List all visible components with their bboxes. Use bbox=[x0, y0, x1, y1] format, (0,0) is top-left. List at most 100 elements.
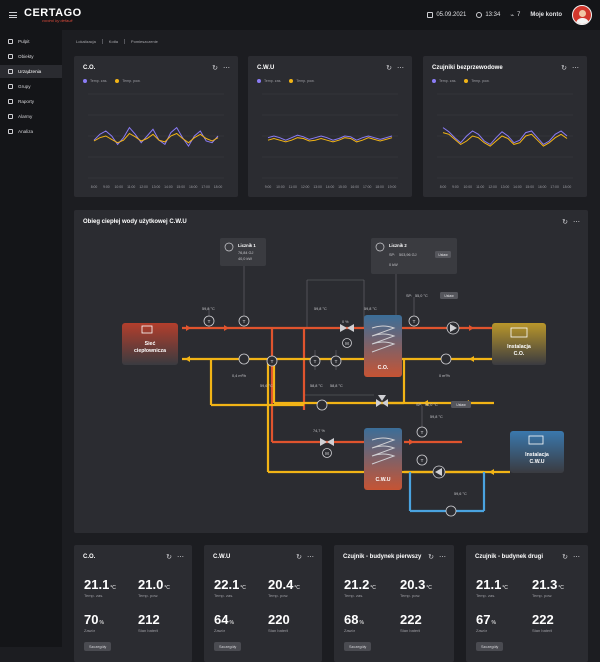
refresh-icon[interactable]: ↻ bbox=[296, 553, 302, 561]
series-line bbox=[442, 132, 568, 147]
breadcrumb-item[interactable]: Pomieszczenie bbox=[125, 39, 164, 44]
stat-card-building-2: Czujnik - budynek drugi ↻ ⋯ 21.1°C Temp. … bbox=[466, 545, 588, 662]
return-temp-value: 21.3°C bbox=[532, 577, 564, 592]
sidebar-item-pulpit[interactable]: Pulpit bbox=[0, 35, 62, 48]
alarm-count: 7 bbox=[516, 12, 521, 18]
meter-1-box[interactable]: Licznik 1 76,84 GJ 40,0 kW bbox=[220, 238, 266, 266]
cold-water-pipe bbox=[408, 472, 486, 513]
x-tick-label: 15:00 bbox=[526, 185, 535, 189]
supply-temp-caption: Temp. zas. bbox=[214, 593, 234, 598]
return-temp-value: 20.4°C bbox=[268, 577, 300, 592]
setpoint-2-value: 55,0 °C bbox=[425, 403, 438, 407]
analysis-icon bbox=[8, 129, 13, 134]
x-tick-label: 14:00 bbox=[164, 185, 173, 189]
meter-2-set-label: Ustaw bbox=[438, 253, 448, 257]
svg-text:T: T bbox=[271, 359, 274, 364]
sidebar-item-label: Obiekty bbox=[18, 54, 34, 59]
report-icon bbox=[8, 99, 13, 104]
installation-co-line1: Instalacja bbox=[507, 344, 531, 350]
pump-icon[interactable] bbox=[432, 465, 446, 479]
battery-value: 212 bbox=[138, 612, 160, 627]
x-tick-label: 11:00 bbox=[289, 185, 297, 189]
x-tick-label: 14:00 bbox=[326, 185, 335, 189]
refresh-icon[interactable]: ↻ bbox=[428, 553, 434, 561]
chart-card-wireless: Czujniki bezprzewodowe ↻ ⋯ Temp. zas. Tem… bbox=[423, 56, 587, 197]
temp-label: 59,8 °C bbox=[364, 307, 377, 311]
temp-label: 59,6 °C bbox=[260, 384, 273, 388]
building-icon bbox=[8, 54, 13, 59]
stat-card-title: C.W.U bbox=[213, 554, 231, 560]
x-tick-label: 19:00 bbox=[388, 185, 397, 189]
x-tick-label: 17:00 bbox=[201, 185, 210, 189]
sidebar-item-grupy[interactable]: Grupy bbox=[0, 80, 62, 93]
x-tick-label: 16:00 bbox=[538, 185, 547, 189]
avatar[interactable] bbox=[572, 5, 592, 25]
refresh-icon[interactable]: ↻ bbox=[562, 553, 568, 561]
valve-percent-label: 0 % bbox=[342, 320, 349, 324]
x-tick-label: 9:00 bbox=[265, 185, 272, 189]
tank-cwu[interactable]: C.W.U bbox=[364, 428, 402, 490]
temp-label: 58,8 °C bbox=[310, 384, 323, 388]
account-label: Moje konto bbox=[530, 12, 562, 18]
supply-temp-caption: Temp. zas. bbox=[344, 593, 364, 598]
account-link[interactable]: Moje konto bbox=[530, 12, 562, 18]
meter-1-energy: 76,84 GJ bbox=[238, 251, 254, 255]
clock-icon bbox=[476, 12, 483, 18]
battery-value: 222 bbox=[532, 612, 554, 627]
installation-co-block[interactable]: Instalacja C.O. bbox=[492, 323, 546, 365]
stat-card-title: C.O. bbox=[83, 554, 96, 560]
more-icon[interactable]: ⋯ bbox=[177, 553, 184, 561]
tank-co-label: C.O. bbox=[378, 365, 389, 371]
x-tick-label: 11:00 bbox=[476, 185, 484, 189]
sidebar-item-urzadzenia[interactable]: Urządzenia bbox=[0, 65, 62, 78]
svg-text:M: M bbox=[345, 341, 349, 346]
valve-caption: Zawór bbox=[84, 628, 96, 633]
supply-temp-value: 22.1°C bbox=[214, 577, 246, 592]
sidebar-item-alarmy[interactable]: Alarmy bbox=[0, 110, 62, 123]
sidebar-item-analiza[interactable]: Analiza bbox=[0, 125, 62, 138]
stat-card-title: Czujnik - budynek pierwszy bbox=[343, 554, 422, 560]
date-text: 05.09.2021 bbox=[436, 12, 467, 18]
battery-caption: Stan baterii bbox=[532, 628, 553, 633]
x-tick-label: 9:00 bbox=[452, 185, 459, 189]
x-tick-label: 17:00 bbox=[550, 185, 559, 189]
sidebar-item-raporty[interactable]: Raporty bbox=[0, 95, 62, 108]
heating-network-block[interactable]: Sieć ciepłownicza bbox=[122, 323, 178, 365]
flow-label: 0,4 m³/h bbox=[232, 374, 246, 378]
breadcrumb-item[interactable]: Lokalizacja bbox=[76, 39, 103, 44]
sidebar-item-label: Alarmy bbox=[18, 114, 33, 119]
meter-2-title: Licznik 2 bbox=[389, 243, 407, 248]
valve-value: 70% bbox=[84, 612, 104, 627]
diagram-card: Obieg ciepłej wody użytkowej C.W.U ↻ ⋯ S… bbox=[74, 210, 588, 533]
three-way-valve-icon[interactable] bbox=[376, 395, 388, 407]
x-tick-label: 13:00 bbox=[152, 185, 161, 189]
valve-caption: Zawór bbox=[476, 628, 488, 633]
valve-value: 67% bbox=[476, 612, 496, 627]
more-icon[interactable]: ⋯ bbox=[573, 553, 580, 561]
pump-icon[interactable] bbox=[446, 321, 460, 335]
chart-card-co: C.O. ↻ ⋯ Temp. zas. Temp. pow. 8:00 9:00 10… bbox=[74, 56, 238, 197]
breadcrumb-item[interactable]: Kotła bbox=[103, 39, 125, 44]
meter-2-box[interactable]: Licznik 2 SP: 503,96 GJ Ustaw 0 kW bbox=[371, 238, 457, 274]
hamburger-menu-icon[interactable] bbox=[9, 12, 17, 18]
more-icon[interactable]: ⋯ bbox=[307, 553, 314, 561]
heating-network-line2: ciepłownicza bbox=[134, 348, 166, 354]
x-tick-label: 13:00 bbox=[501, 185, 510, 189]
return-temp-caption: Temp. pow. bbox=[532, 593, 553, 598]
tank-cwu-label: C.W.U bbox=[376, 477, 391, 483]
svg-text:T: T bbox=[335, 359, 338, 364]
installation-cwu-block[interactable]: Instalacja C.W.U bbox=[510, 431, 564, 473]
sidebar-item-obiekty[interactable]: Obiekty bbox=[0, 50, 62, 63]
stat-card-co: C.O. ↻ ⋯ 21.1°C Temp. zas. 21.0°C Temp. p… bbox=[74, 545, 192, 662]
alarm-indicator[interactable]: ⌁ 7 bbox=[510, 12, 520, 19]
more-icon[interactable]: ⋯ bbox=[439, 553, 446, 561]
heating-network-line1: Sieć bbox=[145, 341, 156, 347]
x-tick-label: 8:00 bbox=[91, 185, 98, 189]
meter-2-power: 0 kW bbox=[389, 263, 398, 267]
logo[interactable]: CERTAGO control by default bbox=[24, 7, 82, 23]
svg-text:T: T bbox=[413, 319, 416, 324]
refresh-icon[interactable]: ↻ bbox=[166, 553, 172, 561]
tank-co[interactable]: C.O. bbox=[364, 315, 402, 377]
line-chart: 8:00 9:00 10:00 11:00 12:00 13:00 14:00 15:00 16… bbox=[88, 93, 224, 189]
x-tick-label: 13:00 bbox=[313, 185, 322, 189]
